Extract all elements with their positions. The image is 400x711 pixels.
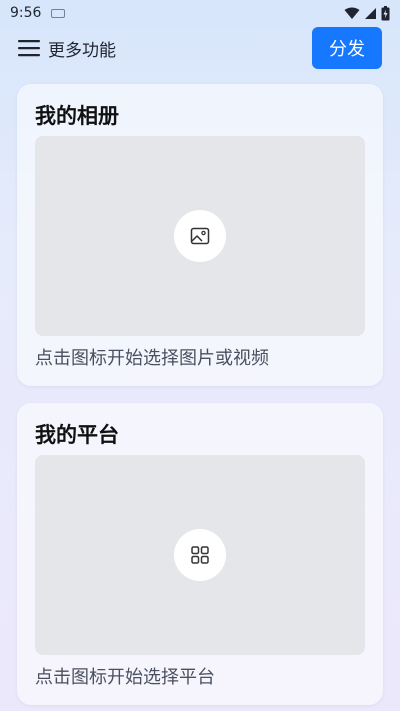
platform-card-title: 我的平台	[35, 423, 119, 447]
platform-select-area[interactable]	[35, 455, 365, 655]
album-card: 我的相册 点击图标开始选择图片或视频	[17, 84, 383, 386]
image-icon	[190, 227, 210, 245]
platform-icon-button[interactable]	[174, 529, 226, 581]
more-functions-label: 更多功能	[48, 40, 116, 61]
signal-icon	[365, 7, 376, 19]
platform-card-hint: 点击图标开始选择平台	[35, 667, 215, 688]
header: 更多功能 分发	[0, 26, 400, 72]
more-functions-button[interactable]: 更多功能	[18, 32, 116, 64]
keyboard-icon	[51, 8, 66, 18]
grid-icon	[191, 546, 209, 564]
platform-card: 我的平台 点击图标开始选择平台	[17, 403, 383, 705]
album-icon-button[interactable]	[174, 210, 226, 262]
status-icons	[344, 5, 390, 21]
status-time: 9:56	[10, 5, 42, 21]
album-card-title: 我的相册	[35, 104, 119, 128]
album-select-area[interactable]	[35, 136, 365, 336]
wifi-icon	[344, 7, 360, 19]
battery-charging-icon	[381, 5, 390, 20]
share-button[interactable]: 分发	[312, 27, 382, 69]
hamburger-menu-icon	[18, 40, 40, 57]
status-bar: 9:56	[0, 0, 400, 26]
album-card-hint: 点击图标开始选择图片或视频	[35, 348, 269, 369]
